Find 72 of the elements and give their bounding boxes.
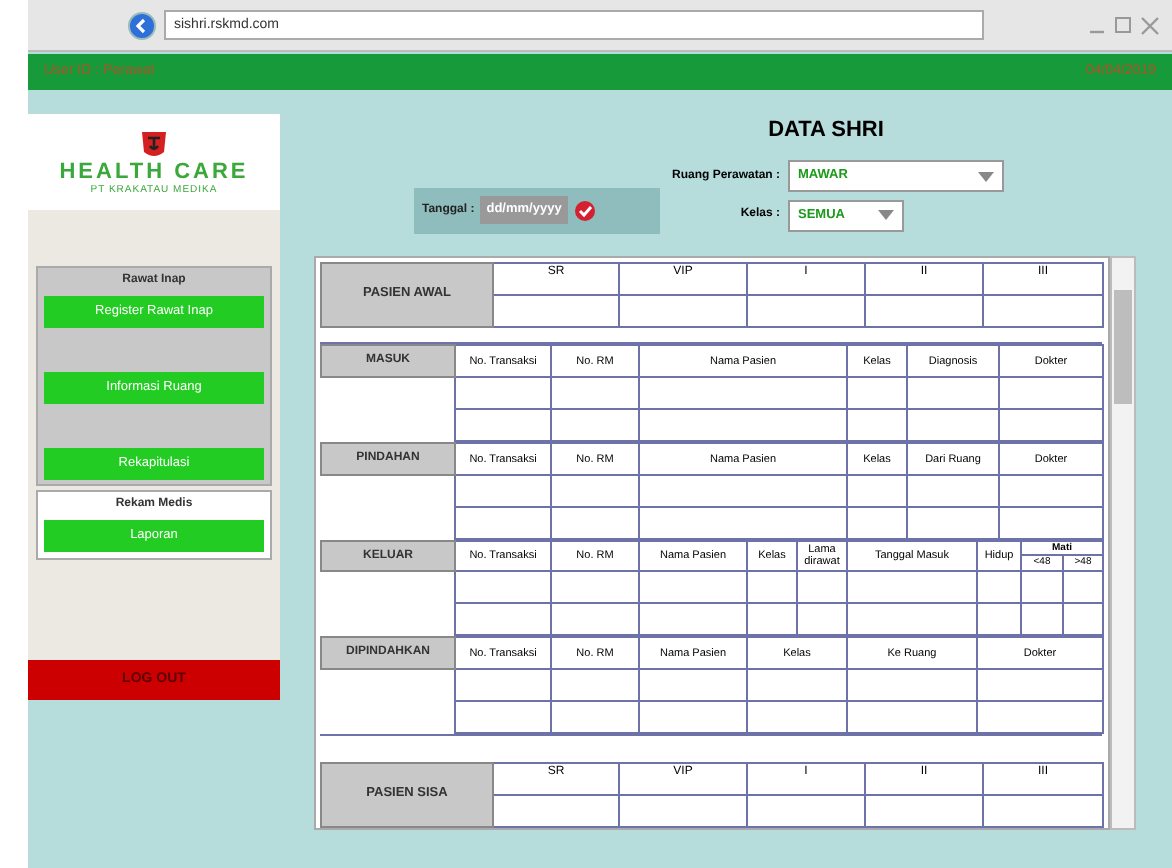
empty-cell: [847, 669, 977, 702]
empty-cell: [493, 294, 619, 326]
empty-cell: [455, 507, 551, 540]
empty-cell: [455, 377, 551, 410]
empty-cell: [619, 794, 747, 826]
empty-cell: [747, 794, 865, 826]
empty-cell: [847, 701, 977, 734]
empty-cell: [455, 571, 551, 604]
empty-cell: [865, 794, 983, 826]
empty-cell: [847, 571, 977, 604]
empty-cell: [551, 701, 639, 734]
empty-cell: [1021, 571, 1063, 604]
empty-cell: [797, 571, 847, 604]
empty-cell: [999, 507, 1103, 540]
empty-cell: [847, 377, 907, 410]
empty-cell: [847, 507, 907, 540]
empty-cell: [977, 701, 1103, 734]
empty-cell: [455, 409, 551, 442]
empty-cell: [747, 603, 797, 636]
empty-cell: [999, 475, 1103, 508]
caret-icon: [978, 171, 995, 182]
empty-cell: [639, 603, 747, 636]
empty-cell: [551, 571, 639, 604]
empty-cell: [847, 603, 977, 636]
empty-cell: [977, 603, 1021, 636]
empty-cell: [455, 669, 551, 702]
empty-cell: [1063, 571, 1103, 604]
empty-cell: [747, 701, 847, 734]
empty-cell: [907, 475, 999, 508]
empty-cell: [1063, 603, 1103, 636]
empty-cell: [999, 377, 1103, 410]
empty-cell: [865, 294, 983, 326]
empty-cell: [907, 409, 999, 442]
empty-cell: [455, 603, 551, 636]
empty-cell: [977, 571, 1021, 604]
check-icon[interactable]: [573, 199, 596, 221]
empty-cell: [847, 475, 907, 508]
empty-cell: [907, 507, 999, 540]
empty-cell: [551, 475, 639, 508]
empty-cell: [551, 669, 639, 702]
empty-cell: [847, 409, 907, 442]
maximize-icon[interactable]: [1114, 16, 1132, 34]
logo-icon: [140, 129, 168, 159]
empty-cell: [639, 701, 747, 734]
empty-cell: [551, 377, 639, 410]
empty-cell: [493, 794, 619, 826]
empty-cell: [983, 794, 1103, 826]
page-title: DATA SHRI: [766, 116, 886, 146]
empty-cell: [639, 571, 747, 604]
empty-cell: [551, 603, 639, 636]
scrollbar[interactable]: [1110, 255, 1136, 829]
empty-cell: [747, 669, 847, 702]
empty-cell: [977, 669, 1103, 702]
caret-icon: [878, 210, 895, 221]
empty-cell: [983, 294, 1103, 326]
chevron-icon: [134, 17, 150, 33]
empty-cell: [747, 294, 865, 326]
empty-cell: [999, 409, 1103, 442]
empty-cell: [747, 571, 797, 604]
empty-cell: [619, 294, 747, 326]
empty-cell: [455, 475, 551, 508]
back-button[interactable]: [128, 11, 156, 39]
empty-cell: [1021, 603, 1063, 636]
empty-cell: [551, 507, 639, 540]
scrollbar-thumb[interactable]: [1114, 289, 1132, 403]
empty-cell: [639, 669, 747, 702]
logo-text: HEALTH CARE: [59, 159, 249, 183]
empty-cell: [797, 603, 847, 636]
empty-cell: [455, 701, 551, 734]
empty-cell: [907, 377, 999, 410]
close-icon[interactable]: [1140, 15, 1160, 35]
empty-cell: [551, 409, 639, 442]
